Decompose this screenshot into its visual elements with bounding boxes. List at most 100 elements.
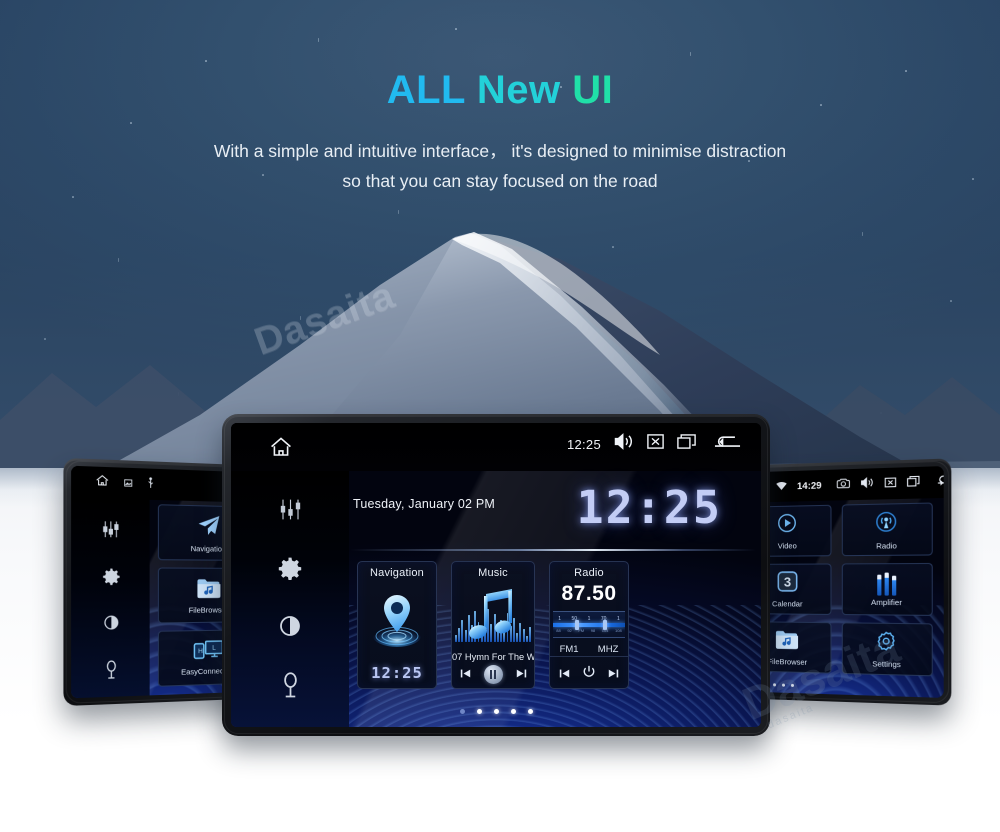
headline-word-2: New: [476, 68, 561, 112]
camera-icon[interactable]: [837, 475, 850, 494]
dial-tick: FM: [578, 628, 585, 633]
volume-icon[interactable]: [861, 475, 875, 494]
sidebar-item-settings[interactable]: [102, 567, 120, 590]
sidebar-item-voice[interactable]: [280, 672, 301, 704]
widget-music[interactable]: Music 07 Hymn For The W: [451, 561, 535, 689]
radio-controls: [550, 665, 628, 684]
music-folder-icon: [775, 628, 799, 655]
svg-text:L: L: [212, 645, 216, 652]
page-dot[interactable]: [510, 709, 516, 714]
widget-title: Navigation: [370, 567, 424, 579]
close-box-icon[interactable]: [647, 434, 664, 454]
dial-tick: 92: [567, 628, 572, 633]
dial-tick: 98: [590, 628, 596, 633]
sidebar-item-brightness[interactable]: [102, 614, 120, 637]
band-label[interactable]: FM1: [560, 644, 579, 655]
home-icon[interactable]: [269, 435, 293, 464]
page-subtitle: With a simple and intuitive interface， i…: [0, 136, 1000, 196]
radio-frequency: 87.50: [561, 582, 617, 605]
back-arrow-icon[interactable]: [714, 434, 741, 455]
usb-icon[interactable]: [147, 475, 155, 494]
main-clock: 12:25: [576, 481, 722, 534]
map-pin-icon: [370, 590, 424, 657]
date-label: Tuesday, January 02 PM: [353, 497, 495, 511]
app-label: Calendar: [772, 598, 803, 609]
subtitle-line-1: With a simple and intuitive interface， i…: [213, 141, 787, 161]
dial-tick: 1: [558, 616, 562, 622]
sidebar-item-brightness[interactable]: [278, 614, 302, 643]
screen-mirror-icon: H L: [193, 639, 223, 666]
promo-scene: Dasaita ALL New UI With a simple and int…: [0, 0, 1000, 832]
previous-track-icon[interactable]: [460, 666, 471, 684]
power-icon[interactable]: [582, 665, 596, 684]
track-title: 07 Hymn For The W: [452, 652, 534, 662]
next-station-icon[interactable]: [608, 666, 619, 684]
screenshot-icon[interactable]: [124, 474, 133, 493]
page-title: ALL New UI: [0, 68, 1000, 113]
paper-plane-icon: [196, 512, 221, 543]
wifi-icon: [776, 477, 787, 496]
dial-tick: 108: [615, 628, 622, 633]
unit-label: MHZ: [597, 643, 619, 655]
home-icon[interactable]: [95, 472, 110, 493]
sidebar-item-equalizer[interactable]: [101, 520, 120, 545]
calendar-3-icon: 3: [777, 570, 798, 597]
headline-word-3: UI: [572, 68, 614, 112]
widget-radio[interactable]: Radio 87.50 1 50 1 70 1 88 92 FM 98 104 …: [549, 561, 629, 689]
app-label: Navigation: [190, 544, 227, 554]
subtitle-line-2: so that you can stay focused on the road: [342, 171, 658, 191]
amplifier-sliders-icon: [876, 572, 896, 596]
radio-band-row: FM1 MHZ: [550, 642, 628, 657]
app-label: Amplifier: [871, 597, 902, 607]
page-dot-active[interactable]: [459, 709, 465, 714]
center-page-indicator[interactable]: [231, 709, 761, 714]
next-track-icon[interactable]: [516, 666, 527, 684]
svg-text:H: H: [198, 648, 203, 655]
dial-scale-top: 1 50 1 70 1: [553, 615, 625, 623]
center-device-bezel: 12:25 Tuesday, January 02 PM 12:25 Navig…: [222, 414, 770, 736]
page-dot[interactable]: [493, 709, 499, 714]
widget-title: Music: [478, 567, 508, 579]
left-sidebar: [71, 497, 150, 699]
center-status-icons: 12:25: [567, 433, 741, 455]
dial-tick: 1: [616, 616, 620, 622]
widget-row: Navigation 12:25 Music 07 Hymn For The W…: [357, 561, 747, 689]
music-controls: [452, 665, 534, 684]
close-box-icon[interactable]: [885, 474, 897, 493]
pause-icon[interactable]: [483, 665, 503, 684]
svg-text:3: 3: [784, 574, 791, 590]
dial-tick: 88: [556, 628, 561, 633]
recents-icon[interactable]: [677, 434, 696, 454]
page-dot[interactable]: [476, 709, 482, 714]
app-label: Radio: [876, 540, 897, 551]
app-label: Video: [777, 541, 797, 551]
app-tile-radio[interactable]: Radio: [841, 502, 933, 557]
dial-scale-bottom: 88 92 FM 98 104 108: [553, 627, 625, 634]
widget-navigation[interactable]: Navigation 12:25: [357, 561, 437, 689]
sidebar-item-settings[interactable]: [278, 556, 302, 585]
music-folder-icon: [196, 576, 221, 604]
status-clock: 12:25: [566, 436, 601, 452]
status-clock: 14:29: [796, 479, 822, 492]
page-dot[interactable]: [527, 709, 533, 714]
recents-icon[interactable]: [907, 473, 920, 492]
headline-word-1: ALL: [386, 68, 466, 112]
center-sidebar: [231, 471, 349, 727]
center-status-bar: 12:25: [231, 423, 761, 471]
center-device-screen[interactable]: 12:25 Tuesday, January 02 PM 12:25 Navig…: [231, 423, 761, 727]
radio-dial[interactable]: 1 50 1 70 1 88 92 FM 98 104 108: [553, 611, 625, 638]
dial-tick: 104: [601, 628, 609, 633]
sidebar-item-voice[interactable]: [103, 660, 119, 686]
sidebar-item-equalizer[interactable]: [278, 497, 303, 527]
back-arrow-icon[interactable]: [937, 472, 944, 492]
header-divider: [349, 549, 757, 551]
play-circle-icon: [776, 512, 798, 540]
music-note-icon: [468, 588, 518, 649]
center-head-unit: 12:25 Tuesday, January 02 PM 12:25 Navig…: [222, 414, 770, 736]
app-tile-amplifier[interactable]: Amplifier: [841, 562, 933, 616]
volume-icon[interactable]: [614, 433, 634, 455]
previous-station-icon[interactable]: [559, 666, 570, 684]
widget-title: Radio: [574, 567, 604, 579]
dial-tick: 1: [587, 616, 591, 622]
widget-clock: 12:25: [371, 664, 423, 682]
